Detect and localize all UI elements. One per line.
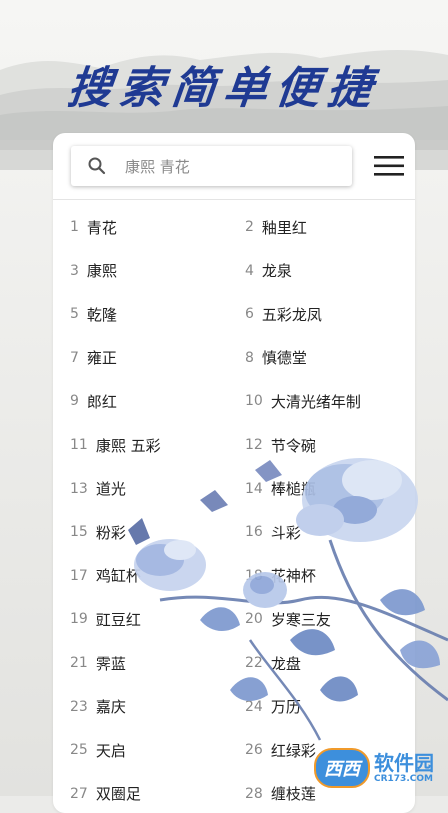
search-term-rank: 1 [70,219,79,235]
search-term-rank: 8 [245,349,254,366]
search-term-label: 岁寒三友 [270,610,331,629]
search-term-rank: 19 [70,611,88,628]
search-input[interactable]: 康熙 青花 [71,146,352,186]
search-term-rank: 25 [70,742,88,759]
search-term-item[interactable]: 20 岁寒三友 [245,604,331,634]
search-term-rank: 3 [70,262,79,279]
search-term-label: 棒槌瓶 [270,480,316,499]
search-term-label: 五彩龙凤 [261,305,322,324]
search-placeholder: 康熙 青花 [125,157,190,176]
search-term-label: 粉彩 [95,523,126,542]
search-term-item[interactable]: 9 郎红 [70,386,117,416]
search-term-item[interactable]: 15 粉彩 [70,517,126,547]
search-term-label: 红绿彩 [270,741,316,760]
search-term-rank: 16 [245,524,263,541]
watermark-logo: 西西 [314,748,370,788]
search-term-label: 霁蓝 [95,654,126,673]
search-term-label: 缠枝莲 [270,785,316,804]
search-term-rank: 21 [70,655,88,671]
search-term-item[interactable]: 7 雍正 [70,343,117,373]
search-term-item[interactable]: 10 大清光绪年制 [245,386,361,416]
search-term-item[interactable]: 14 棒槌瓶 [245,474,316,504]
search-term-label: 乾隆 [86,305,117,324]
search-term-item[interactable]: 28 缠枝莲 [245,779,316,809]
search-term-item[interactable]: 25 天启 [70,735,126,765]
hamburger-menu-icon[interactable] [374,156,404,176]
search-term-item[interactable]: 2 釉里红 [245,212,307,242]
search-term-label: 双圈足 [95,785,141,804]
search-term-label: 康熙 五彩 [95,436,161,455]
search-term-rank: 27 [70,785,88,802]
search-term-item[interactable]: 5 乾隆 [70,299,117,329]
search-term-label: 龙泉 [261,262,292,281]
search-term-item[interactable]: 12 节令碗 [245,430,316,460]
search-term-label: 节令碗 [270,436,316,455]
search-term-label: 雍正 [86,349,117,368]
search-term-item[interactable]: 24 万历 [245,692,301,722]
search-term-item[interactable]: 11 康熙 五彩 [70,430,161,460]
headline-calligraphy: 搜索简单便捷 [64,63,383,114]
search-term-item[interactable]: 26 红绿彩 [245,735,316,765]
search-icon [88,157,106,175]
search-term-rank: 15 [70,524,88,541]
search-term-rank: 20 [245,611,263,628]
search-term-rank: 7 [70,349,79,366]
search-term-item[interactable]: 16 斗彩 [245,517,301,547]
watermark: 西西 软件园 CR173.COM [314,748,434,788]
search-term-label: 斗彩 [270,523,301,542]
search-term-item[interactable]: 4 龙泉 [245,256,292,286]
search-term-item[interactable]: 27 双圈足 [70,779,141,809]
search-term-item[interactable]: 8 慎德堂 [245,343,307,373]
search-term-rank: 5 [70,306,79,323]
search-term-item[interactable]: 13 道光 [70,474,126,504]
search-term-rank: 14 [245,480,263,497]
search-term-item[interactable]: 22 龙盘 [245,648,301,678]
search-term-rank: 4 [245,262,254,279]
search-term-rank: 17 [70,567,88,584]
search-term-label: 大清光绪年制 [270,392,361,411]
search-term-rank: 23 [70,698,88,715]
search-term-rank: 13 [70,480,88,497]
search-term-label: 豇豆红 [95,610,141,629]
search-term-rank: 10 [245,393,263,410]
search-term-item[interactable]: 1 青花 [70,212,117,242]
search-term-item[interactable]: 3 康熙 [70,256,117,286]
search-term-label: 龙盘 [270,654,301,673]
search-term-rank: 12 [245,437,263,453]
search-term-label: 嘉庆 [95,698,126,717]
watermark-sub-text: CR173.COM [374,773,433,784]
search-term-label: 釉里红 [261,218,307,237]
search-term-rank: 11 [70,437,88,453]
search-term-label: 青花 [86,218,117,237]
search-term-rank: 22 [245,655,263,671]
search-term-item[interactable]: 19 豇豆红 [70,604,141,634]
watermark-main-text: 软件园 [374,750,434,775]
search-term-item[interactable]: 23 嘉庆 [70,692,126,722]
search-term-item[interactable]: 17 鸡缸杯 [70,561,141,591]
search-term-rank: 26 [245,742,263,759]
search-term-label: 郎红 [86,392,117,411]
search-term-label: 康熙 [86,262,117,281]
divider [53,199,415,200]
search-term-rank: 28 [245,785,263,802]
search-panel: 康熙 青花 1 青花 2 釉里红 3 康熙 4 龙泉 5 乾隆 6 五彩龙凤 7 雍正 8 慎德堂 9 郎红 10 大… [53,133,415,813]
search-term-label: 慎德堂 [261,349,307,368]
search-term-item[interactable]: 18 花神杯 [245,561,316,591]
search-term-label: 花神杯 [270,567,316,586]
search-term-item[interactable]: 6 五彩龙凤 [245,299,322,329]
search-term-item[interactable]: 21 霁蓝 [70,648,126,678]
search-term-rank: 18 [245,567,263,584]
search-term-rank: 2 [245,219,254,235]
search-term-rank: 24 [245,698,263,715]
search-term-label: 道光 [95,480,126,499]
search-term-label: 鸡缸杯 [95,567,141,586]
search-term-rank: 6 [245,306,254,323]
search-term-label: 天启 [95,741,126,760]
search-term-label: 万历 [270,698,301,717]
search-term-rank: 9 [70,393,79,410]
